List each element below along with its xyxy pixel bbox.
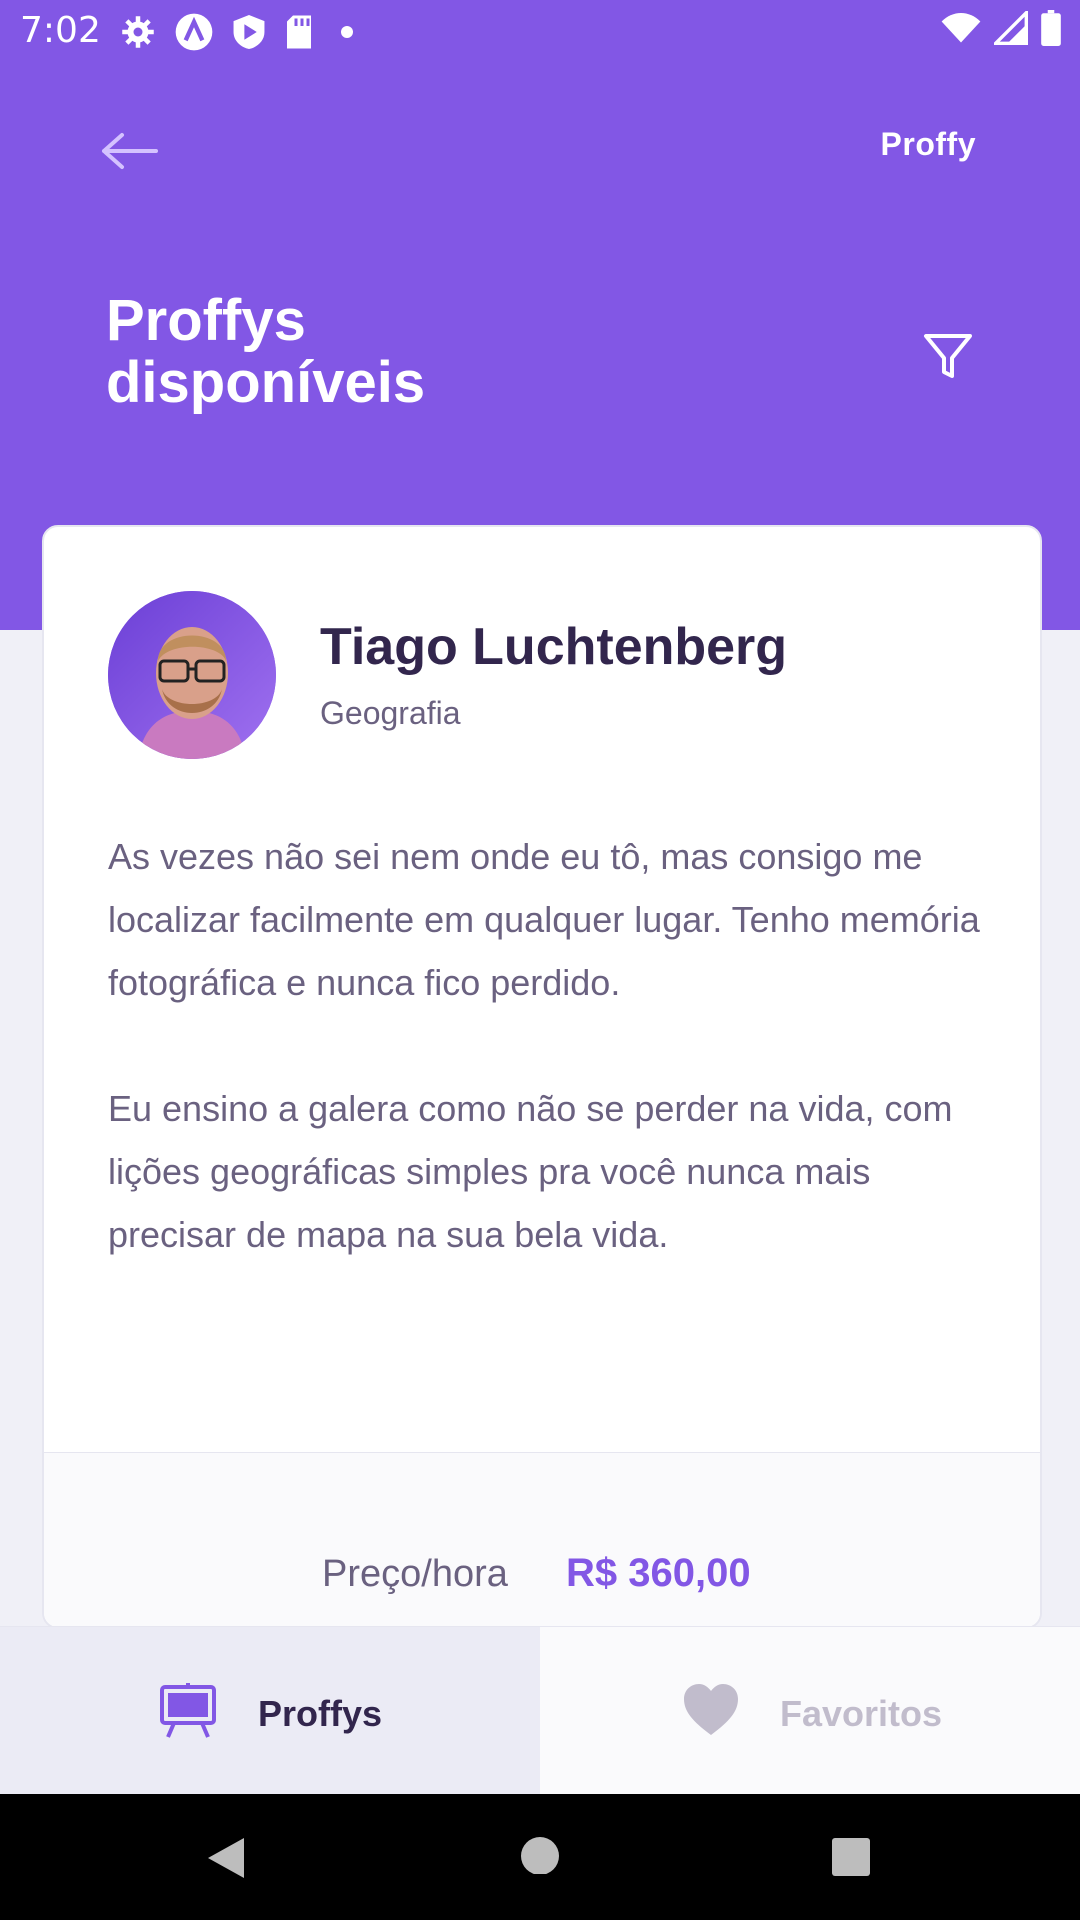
brand-logo: Proffy: [880, 126, 976, 162]
status-icons-left: [120, 12, 362, 52]
sd-card-icon: [287, 15, 311, 49]
teacher-bio: As vezes não sei nem onde eu tô, mas con…: [108, 825, 998, 1329]
status-icons-right: [940, 10, 1062, 46]
recents-square-icon[interactable]: [830, 1834, 872, 1876]
gear-icon: [122, 16, 154, 48]
avatar: [108, 591, 276, 759]
bio-paragraph: As vezes não sei nem onde eu tô, mas con…: [108, 836, 980, 1003]
tab-favoritos[interactable]: Favoritos: [540, 1627, 1080, 1795]
price-value: R$ 360,00: [566, 1551, 751, 1595]
signal-icon: [994, 11, 1028, 45]
card-footer: Preço/hora R$ 360,00: [44, 1452, 1040, 1627]
status-bar: 7:02: [0, 0, 1080, 62]
home-circle-icon[interactable]: [520, 1834, 560, 1874]
status-time: 7:02: [20, 10, 101, 51]
teacher-name: Tiago Luchtenberg: [320, 618, 788, 676]
page-title: Proffys disponíveis: [106, 288, 426, 415]
teacher-card: Tiago Luchtenberg Geografia As vezes não…: [42, 525, 1042, 1629]
filter-icon[interactable]: [920, 328, 976, 384]
shield-play-icon: [233, 15, 265, 49]
tab-bar: Proffys Favoritos: [0, 1626, 1080, 1795]
wifi-icon: [941, 13, 981, 43]
heart-icon: [684, 1684, 738, 1735]
avatar-photo: [108, 591, 276, 759]
arrow-left-icon[interactable]: [100, 128, 160, 174]
dot-icon: [341, 26, 353, 38]
system-navigation-bar: [0, 1794, 1080, 1920]
back-triangle-icon[interactable]: [204, 1834, 248, 1882]
a-icon: [175, 13, 213, 51]
teacher-subject: Geografia: [320, 695, 461, 731]
tab-proffys[interactable]: Proffys: [0, 1627, 540, 1795]
tab-label: Proffys: [258, 1693, 383, 1734]
easel-icon: [160, 1683, 216, 1738]
bio-paragraph: Eu ensino a galera como não se perder na…: [108, 1088, 953, 1255]
price-label: Preço/hora: [322, 1553, 508, 1595]
tab-label: Favoritos: [780, 1693, 943, 1734]
battery-icon: [1041, 10, 1061, 46]
